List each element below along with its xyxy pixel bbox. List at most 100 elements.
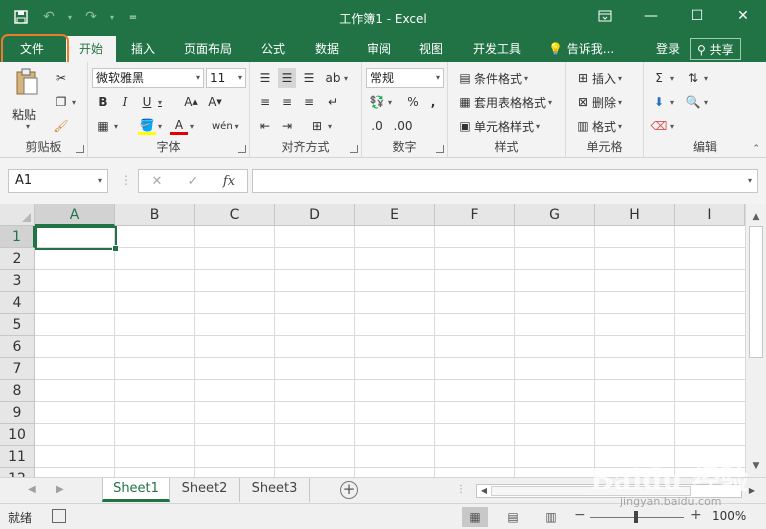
column-header-i[interactable]: I [675,204,745,226]
column-header-f[interactable]: F [435,204,515,226]
zoom-level[interactable]: 100% [712,509,746,523]
align-top-icon[interactable]: ☰ [256,68,274,88]
tab-page-layout[interactable]: 页面布局 [176,36,240,62]
page-break-view-icon[interactable]: ▥ [538,507,564,527]
sheet-tab-1[interactable]: Sheet1 [102,478,170,502]
formula-input[interactable]: ▾ [252,169,758,193]
worksheet-grid[interactable]: ABCDEFGHI 123456789101112 ▲ ▼ [0,204,766,477]
format-painter-icon[interactable]: 🖌 [52,116,70,136]
vertical-scrollbar[interactable]: ▲ ▼ [745,204,766,477]
paste-dropdown-icon[interactable]: ▾ [26,122,30,131]
comma-style-icon[interactable]: , [424,92,442,112]
row-header-11[interactable]: 11 [0,446,35,468]
normal-view-icon[interactable]: ▦ [462,507,488,527]
alignment-launcher-icon[interactable] [350,145,358,153]
column-header-e[interactable]: E [355,204,435,226]
clear-icon[interactable]: ⌫ ▾ [650,116,675,136]
row-header-9[interactable]: 9 [0,402,35,424]
decrease-indent-icon[interactable]: ⇤ [256,116,274,136]
decrease-font-icon[interactable]: A ▼ [206,92,224,112]
zoom-slider-thumb[interactable] [634,511,638,523]
percent-style-icon[interactable]: % [404,92,422,112]
align-left-icon[interactable]: ≡ [256,92,274,112]
scroll-down-icon[interactable]: ▼ [746,457,766,475]
tab-data[interactable]: 数据 [306,36,348,62]
increase-decimal-icon[interactable]: .0 [368,116,386,136]
tab-home[interactable]: 开始 [66,36,116,62]
ribbon-display-icon[interactable] [582,0,628,32]
page-layout-view-icon[interactable]: ▤ [500,507,526,527]
underline-button[interactable]: U ▾ [138,92,162,112]
align-center-icon[interactable]: ≡ [278,92,296,112]
close-icon[interactable]: ✕ [720,0,766,32]
font-name-combo[interactable]: 微软雅黑 ▾ [92,68,204,88]
row-header-3[interactable]: 3 [0,270,35,292]
login-link[interactable]: 登录 [656,36,680,62]
zoom-out-icon[interactable]: − [574,507,586,523]
column-header-h[interactable]: H [595,204,675,226]
column-header-b[interactable]: B [115,204,195,226]
decrease-decimal-icon[interactable]: .00 [393,116,412,136]
format-as-table-button[interactable]: ▦ 套用表格格式 ▾ [456,92,552,112]
row-header-2[interactable]: 2 [0,248,35,270]
increase-indent-icon[interactable]: ⇥ [278,116,296,136]
name-box[interactable]: A1 ▾ [8,169,108,193]
align-middle-icon[interactable]: ☰ [278,68,296,88]
delete-cells-button[interactable]: ⊠ 删除 ▾ [574,92,622,112]
next-sheet-icon[interactable]: ▶ [56,484,64,495]
italic-button[interactable]: I [116,92,134,112]
tab-review[interactable]: 审阅 [358,36,400,62]
cancel-icon[interactable]: ✕ [139,174,175,189]
sheet-tab-3[interactable]: Sheet3 [240,478,310,502]
column-header-d[interactable]: D [275,204,355,226]
row-header-7[interactable]: 7 [0,358,35,380]
share-button[interactable]: ⚲ 共享 [690,38,741,60]
tab-formulas[interactable]: 公式 [252,36,294,62]
scroll-up-icon[interactable]: ▲ [746,208,766,226]
conditional-formatting-button[interactable]: ▤ 条件格式 ▾ [456,68,528,88]
add-sheet-icon[interactable]: + [340,481,358,499]
enter-icon[interactable]: ✓ [175,174,211,189]
number-launcher-icon[interactable] [436,145,444,153]
vertical-scroll-thumb[interactable] [749,226,763,358]
fill-icon[interactable]: ⬇ ▾ [650,92,674,112]
prev-sheet-icon[interactable]: ◀ [28,484,36,495]
tell-me-box[interactable]: 💡 告诉我... [548,36,614,62]
row-header-5[interactable]: 5 [0,314,35,336]
borders-icon[interactable]: ▦ ▾ [94,116,118,136]
row-header-12[interactable]: 12 [0,468,35,477]
font-launcher-icon[interactable] [238,145,246,153]
font-color-icon[interactable]: A ▾ [170,116,194,136]
wrap-text-icon[interactable]: ↵ [324,92,342,112]
scroll-left-icon[interactable]: ◀ [477,484,491,498]
cut-icon[interactable]: ✂ [52,68,70,88]
row-header-4[interactable]: 4 [0,292,35,314]
merge-center-icon[interactable]: ⊞ ▾ [308,116,332,136]
tab-insert[interactable]: 插入 [122,36,164,62]
macro-record-icon[interactable] [52,509,66,523]
align-bottom-icon[interactable]: ☰ [300,68,318,88]
orientation-icon[interactable]: ab ▾ [324,68,349,88]
maximize-icon[interactable]: ☐ [674,0,720,32]
find-select-icon[interactable]: 🔍 ▾ [684,92,709,112]
cell-styles-button[interactable]: ▣ 单元格样式 ▾ [456,116,540,136]
sheet-tab-2[interactable]: Sheet2 [170,478,240,502]
font-size-combo[interactable]: 11 ▾ [206,68,246,88]
insert-cells-button[interactable]: ⊞ 插入 ▾ [574,68,622,88]
row-header-1[interactable]: 1 [0,226,35,248]
select-all-button[interactable] [0,204,35,226]
clipboard-launcher-icon[interactable] [76,145,84,153]
align-right-icon[interactable]: ≡ [300,92,318,112]
accounting-format-icon[interactable]: 💱 ▾ [368,92,393,112]
increase-font-icon[interactable]: A ▲ [182,92,200,112]
column-header-c[interactable]: C [195,204,275,226]
tab-developer[interactable]: 开发工具 [464,36,530,62]
row-header-6[interactable]: 6 [0,336,35,358]
active-cell[interactable] [35,226,119,252]
minimize-icon[interactable]: — [628,0,674,32]
insert-function-icon[interactable]: fx [211,174,247,189]
collapse-ribbon-icon[interactable]: ⌃ [752,144,760,154]
row-header-8[interactable]: 8 [0,380,35,402]
phonetic-guide-icon[interactable]: wén ▾ [212,116,239,136]
bold-button[interactable]: B [94,92,112,112]
